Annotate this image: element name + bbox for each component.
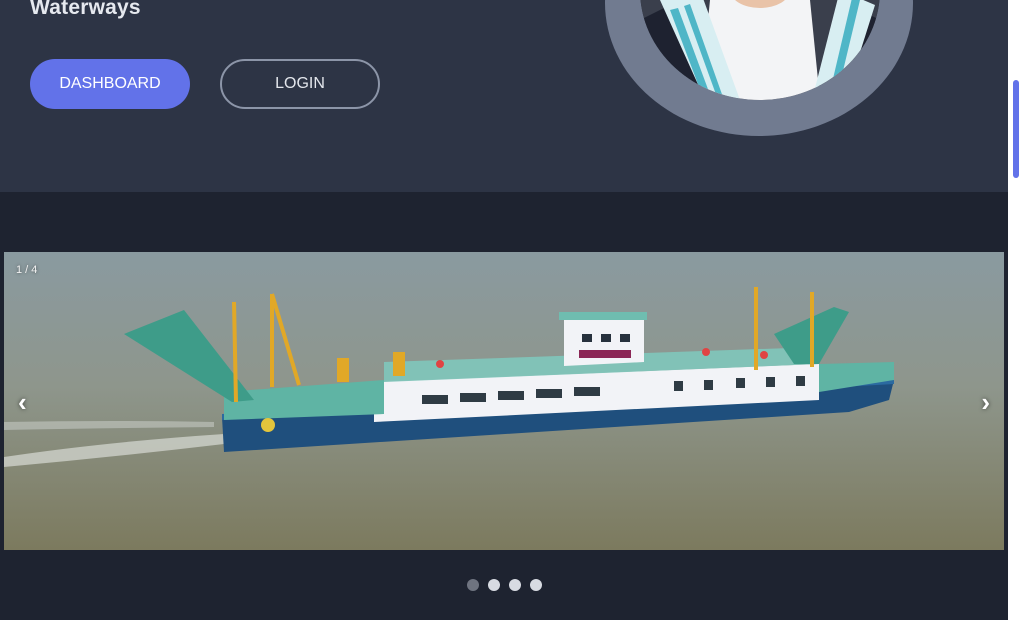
- ferry-photo: [4, 252, 1004, 550]
- hero-section: Waterways DASHBOARD LOGIN: [0, 0, 1008, 192]
- pagination-dot-2[interactable]: [488, 579, 500, 591]
- login-button[interactable]: LOGIN: [220, 59, 380, 109]
- carousel-pagination: [467, 579, 542, 591]
- slide-counter: 1 / 4: [16, 264, 38, 276]
- scrollbar-thumb[interactable]: [1013, 80, 1019, 178]
- next-slide-button[interactable]: ›: [981, 389, 990, 415]
- pagination-dot-4[interactable]: [530, 579, 542, 591]
- image-carousel[interactable]: 1 / 4 ‹ ›: [4, 252, 1004, 550]
- pagination-dot-1[interactable]: [467, 579, 479, 591]
- hero-title: Waterways: [30, 0, 141, 19]
- pagination-dot-3[interactable]: [509, 579, 521, 591]
- dashboard-button[interactable]: DASHBOARD: [30, 59, 190, 109]
- page: Waterways DASHBOARD LOGIN 1 / 4 ‹ ›: [0, 0, 1023, 620]
- prev-slide-button[interactable]: ‹: [18, 389, 27, 415]
- vertical-scrollbar[interactable]: [1008, 0, 1023, 620]
